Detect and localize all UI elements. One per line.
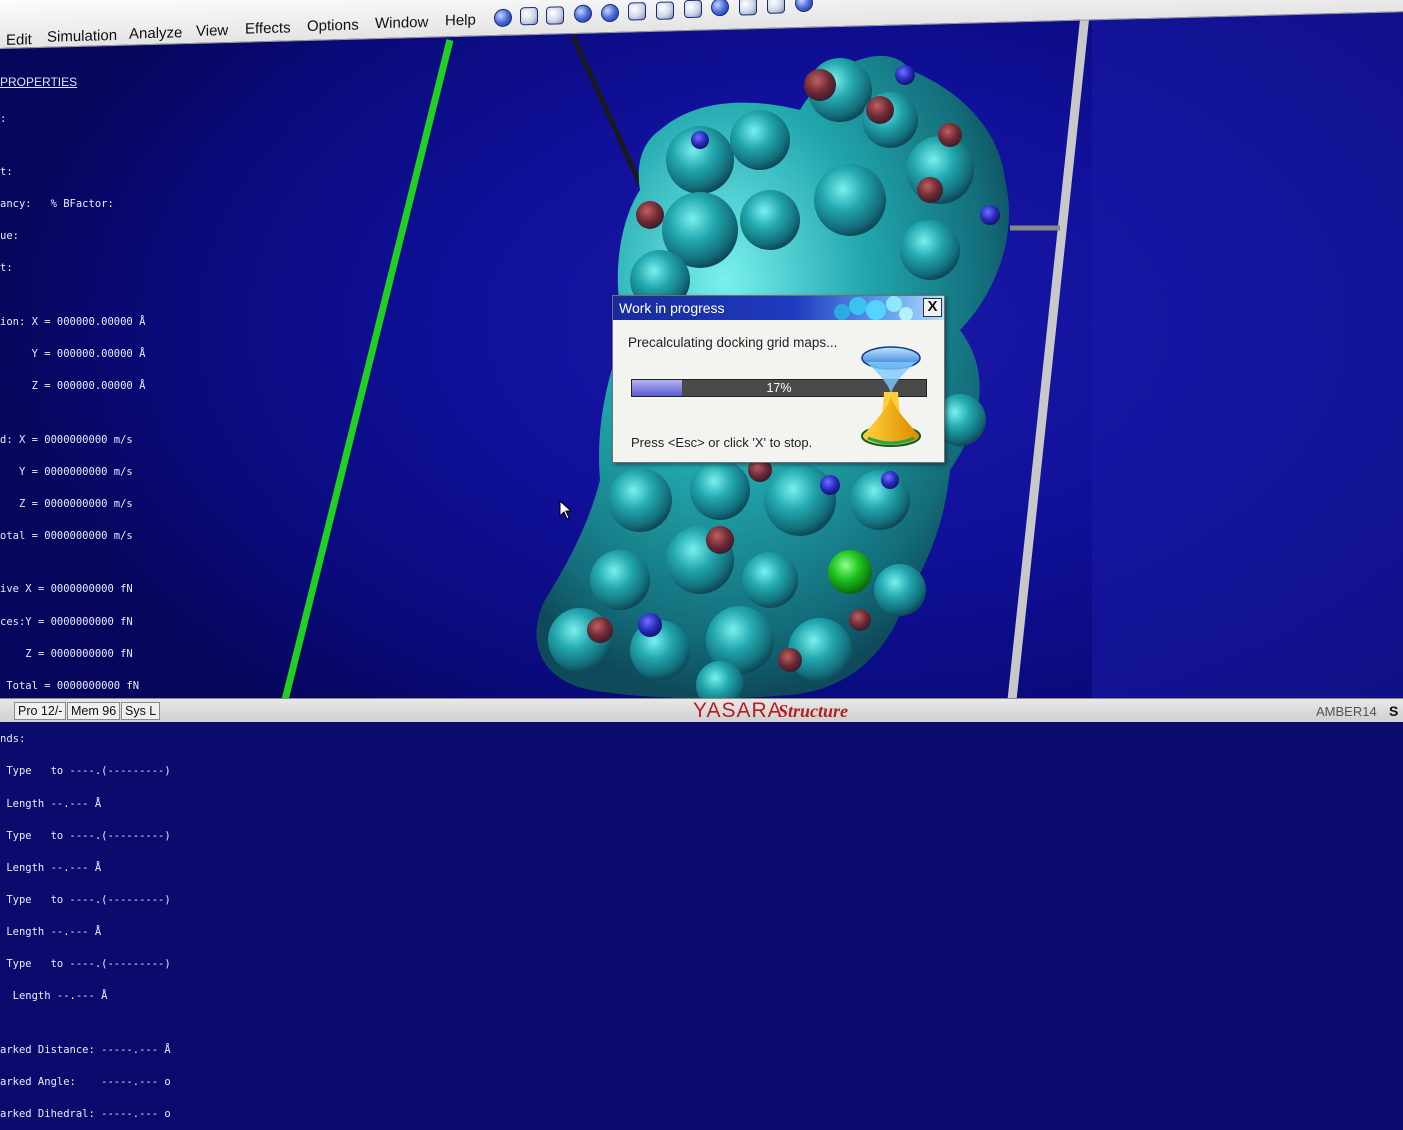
dialog-title: Work in progress xyxy=(619,300,725,316)
globe-icon[interactable] xyxy=(601,3,619,23)
dialog-message: Precalculating docking grid maps... xyxy=(628,335,838,350)
info-icon[interactable] xyxy=(795,0,813,13)
properties-line: Type to ----.(---------) xyxy=(0,893,171,906)
menu-view[interactable]: View xyxy=(196,22,228,40)
dialog-titlebar[interactable]: Work in progress X xyxy=(613,296,944,320)
zoom-in-icon[interactable] xyxy=(546,6,564,25)
properties-line: : xyxy=(0,112,7,125)
zoom-out-icon[interactable] xyxy=(520,6,538,26)
properties-line: Z = 000000.00000 Å xyxy=(0,380,146,393)
print-icon[interactable] xyxy=(684,0,702,19)
green-axis-line xyxy=(281,39,454,701)
properties-line: arked Distance: -----.--- Å xyxy=(0,1043,171,1056)
mouse-cursor-icon xyxy=(559,500,573,520)
status-trailing: S xyxy=(1389,703,1399,719)
menu-window[interactable]: Window xyxy=(375,14,428,32)
properties-line: Type to ----.(---------) xyxy=(0,765,171,778)
properties-line: Length --.--- Å xyxy=(0,990,108,1003)
menu-help[interactable]: Help xyxy=(445,12,476,30)
app-logo-suffix: Structure xyxy=(778,701,849,721)
statusbar: Pro 12/- Mem 96 Sys L YASARA Structure A… xyxy=(0,698,1403,722)
work-in-progress-dialog: Work in progress X Precalculating dockin… xyxy=(612,295,945,463)
forward-icon[interactable] xyxy=(767,0,785,14)
properties-line: Y = 0000000000 m/s xyxy=(0,465,133,478)
menu-effects[interactable]: Effects xyxy=(245,19,291,37)
properties-line: otal = 0000000000 m/s xyxy=(0,529,133,542)
properties-line: Z = 0000000000 fN xyxy=(0,647,133,660)
status-forcefield: AMBER14 xyxy=(1316,704,1377,719)
center-icon[interactable] xyxy=(574,4,592,23)
white-box-edge xyxy=(1007,14,1090,701)
menu-simulation[interactable]: Simulation xyxy=(47,27,117,46)
properties-line: Type to ----.(---------) xyxy=(0,829,171,842)
properties-line: Length --.--- Å xyxy=(0,925,102,938)
properties-line: Z = 0000000000 m/s xyxy=(0,497,133,510)
properties-line: Length --.--- Å xyxy=(0,861,102,874)
properties-line: arked Dihedral: -----.--- o xyxy=(0,1107,171,1120)
hourglass-icon xyxy=(861,346,921,447)
status-processor: Pro 12/- xyxy=(14,702,67,720)
properties-panel: PROPERTIES : t: ancy: % BFactor: ue: t: … xyxy=(0,56,260,1130)
status-system: Sys L xyxy=(121,702,161,720)
properties-line: ue: xyxy=(0,230,19,243)
rewind-icon[interactable] xyxy=(739,0,757,16)
properties-line: ancy: % BFactor: xyxy=(0,198,114,211)
properties-line: ion: X = 000000.00000 Å xyxy=(0,315,146,328)
properties-line: ive X = 0000000000 fN xyxy=(0,583,133,596)
right-panel-region xyxy=(1092,10,1403,700)
move-icon[interactable] xyxy=(711,0,729,17)
menu-options[interactable]: Options xyxy=(307,17,359,35)
close-button[interactable]: X xyxy=(923,298,942,317)
menu-analyze[interactable]: Analyze xyxy=(129,24,182,42)
rotate-icon[interactable] xyxy=(494,8,512,28)
menu-edit[interactable]: Edit xyxy=(6,31,32,49)
properties-line: d: X = 0000000000 m/s xyxy=(0,433,133,446)
properties-heading: PROPERTIES xyxy=(0,75,78,90)
properties-line: nds: xyxy=(0,733,26,746)
dialog-hint: Press <Esc> or click 'X' to stop. xyxy=(631,435,813,450)
properties-line: arked Angle: -----.--- o xyxy=(0,1075,171,1088)
status-memory: Mem 96 xyxy=(67,702,121,720)
paste-icon[interactable] xyxy=(656,1,674,20)
properties-line: Y = 000000.00000 Å xyxy=(0,347,146,360)
properties-line: Total = 0000000000 fN xyxy=(0,679,140,692)
properties-line: ces:Y = 0000000000 fN xyxy=(0,615,133,628)
properties-line: t: xyxy=(0,262,13,275)
titlebar-molecule-icon xyxy=(834,296,913,320)
highlighted-atom xyxy=(828,550,872,594)
properties-line: t: xyxy=(0,166,13,179)
app-logo: YASARA xyxy=(693,699,783,722)
copy-icon[interactable] xyxy=(628,2,646,21)
properties-line: Length --.--- Å xyxy=(0,797,102,810)
properties-line: Type to ----.(---------) xyxy=(0,958,171,971)
